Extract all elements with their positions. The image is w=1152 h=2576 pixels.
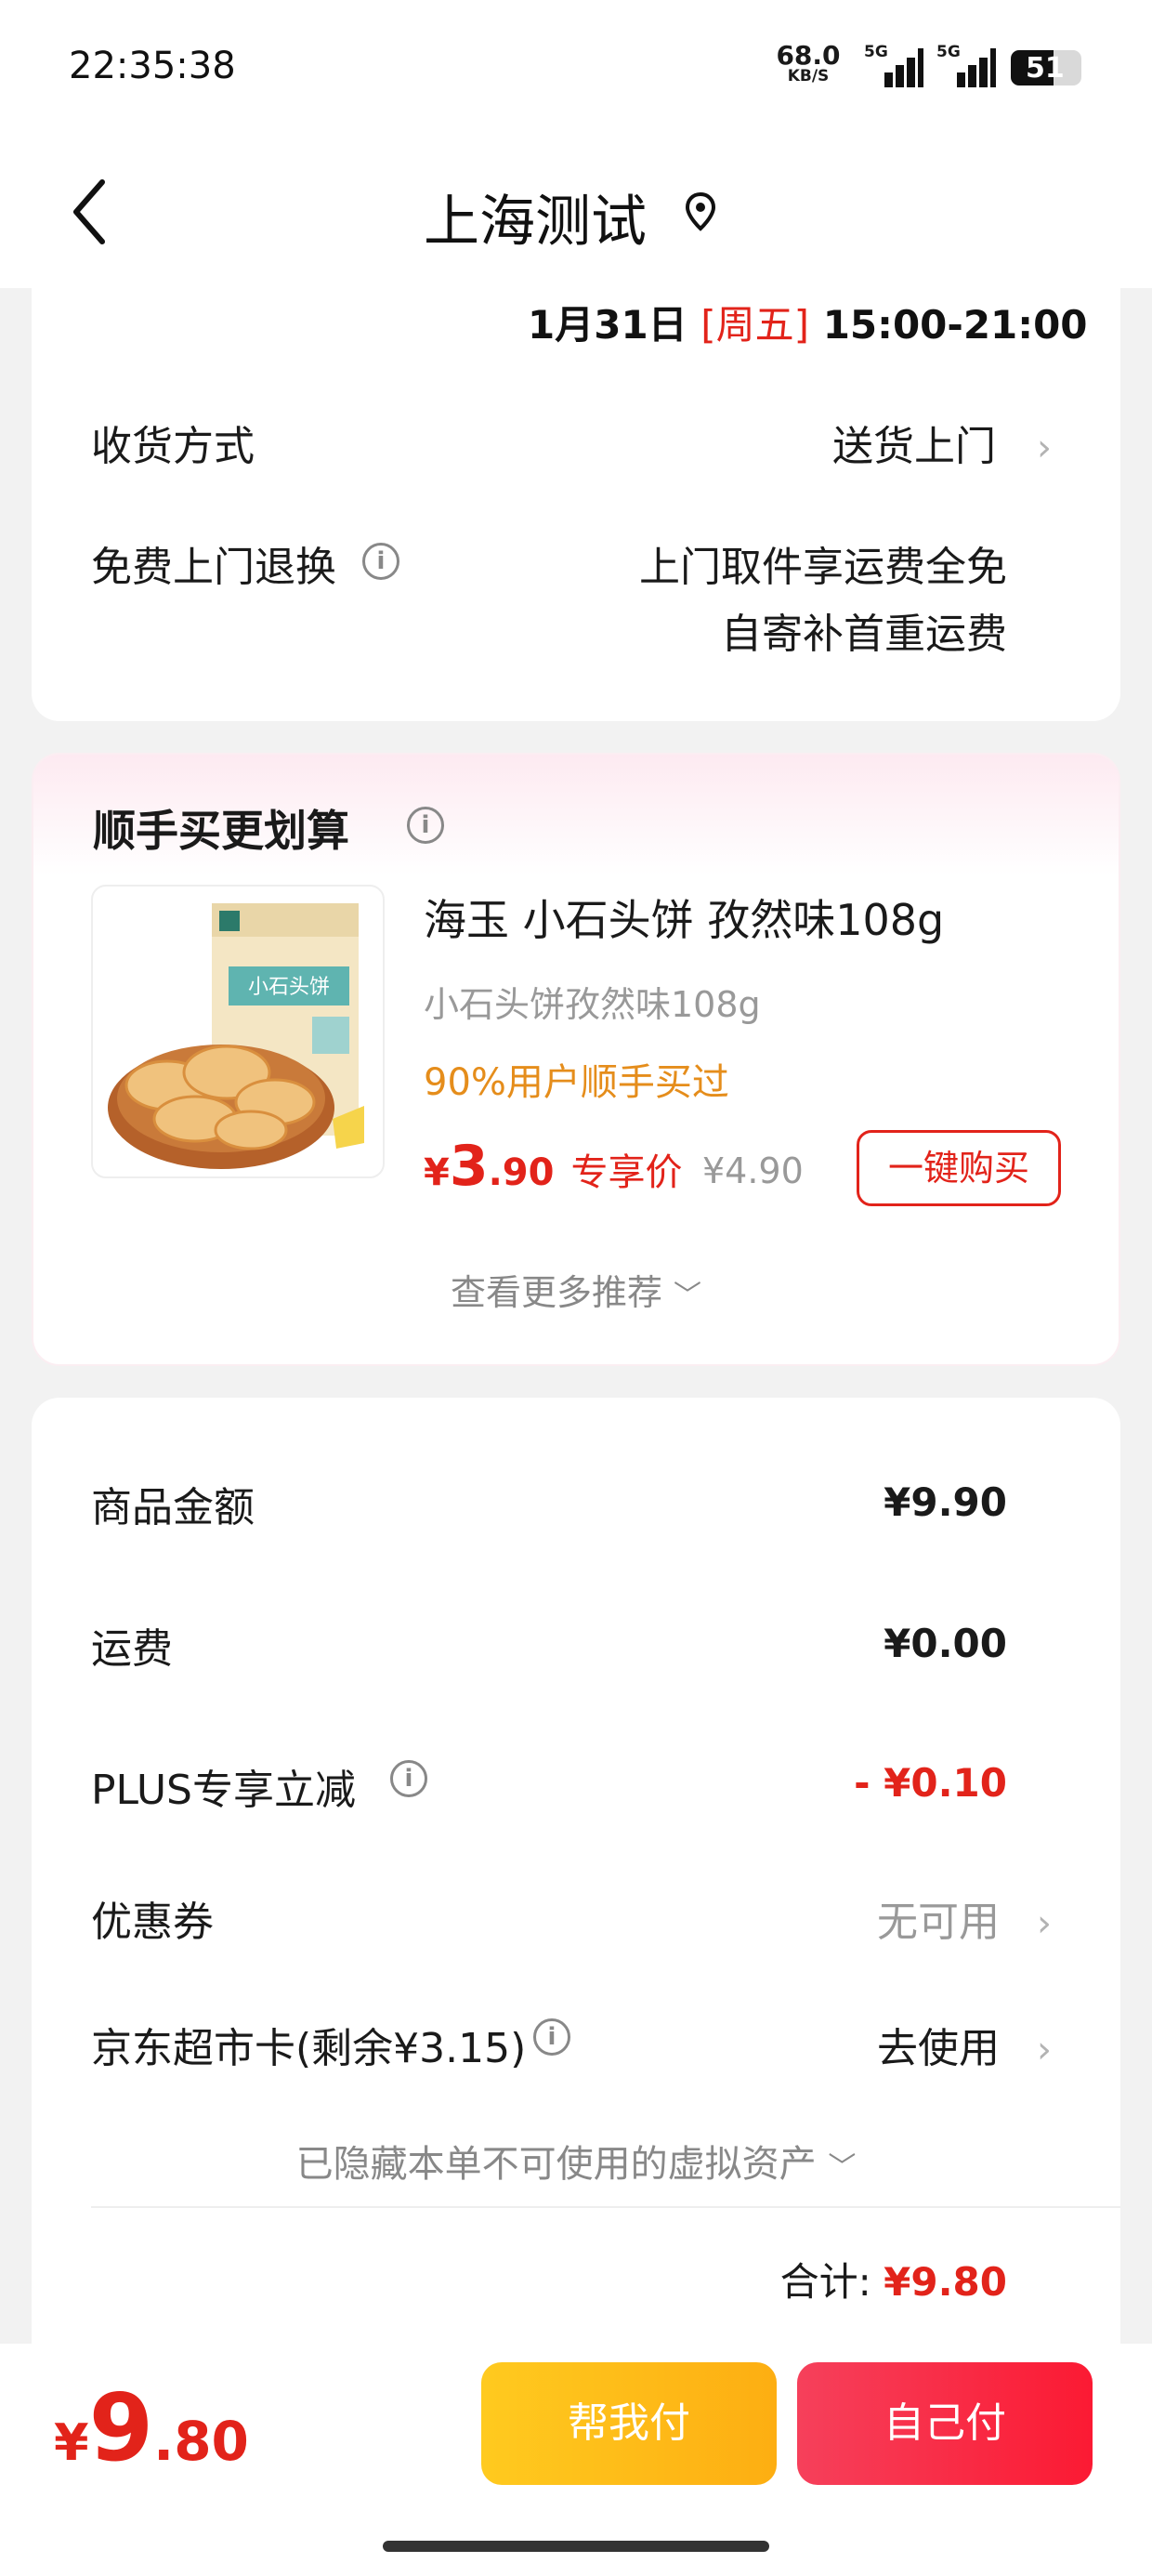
delivery-method-row[interactable]: 送货上门 ›	[832, 413, 1052, 472]
more-recommend-link[interactable]: 查看更多推荐 ﹀	[0, 1264, 1152, 1315]
hidden-assets-label: 已隐藏本单不可使用的虚拟资产	[295, 2143, 817, 2186]
goods-amount-label: 商品金额	[91, 1484, 255, 1531]
coupon-row[interactable]: 无可用 ›	[877, 1888, 1052, 1948]
goods-amount-value: ¥9.90	[884, 1479, 1007, 1525]
plus-discount-value: - ¥0.10	[854, 1760, 1007, 1806]
info-icon[interactable]	[362, 543, 399, 580]
checkout-price-integer: 9	[88, 2373, 154, 2482]
supermarket-card-row[interactable]: 去使用 ›	[877, 2015, 1052, 2074]
checkout-price-decimal: .80	[153, 2410, 249, 2473]
signal-label: 5G	[936, 43, 961, 61]
price-integer: 3	[449, 1134, 489, 1199]
status-time: 22:35:38	[69, 45, 236, 87]
price-decimal: .90	[488, 1151, 555, 1194]
total-label: 合计:	[779, 2259, 871, 2305]
network-speed-value: 68.0	[776, 40, 841, 71]
product-name[interactable]: 海玉 小石头饼 孜然味108g	[424, 887, 944, 948]
shipping-label: 运费	[91, 1625, 173, 1673]
delivery-time[interactable]: 1月31日 [周五] 15:00-21:00	[528, 294, 1088, 350]
help-me-pay-button[interactable]: 帮我付	[481, 2362, 777, 2485]
one-click-buy-button[interactable]: 一键购买	[857, 1130, 1061, 1206]
info-icon[interactable]	[407, 807, 444, 844]
chevron-left-icon[interactable]	[67, 177, 113, 247]
info-icon[interactable]	[533, 2018, 570, 2056]
price-tag: 专享价	[570, 1151, 683, 1194]
package-text: 小石头饼	[248, 976, 330, 999]
more-recommend-label: 查看更多推荐	[450, 1272, 662, 1313]
home-indicator[interactable]	[383, 2541, 769, 2552]
chevron-down-icon: ﹀	[674, 1280, 702, 1312]
order-summary-card	[32, 1398, 1120, 2355]
battery-level: 51	[1026, 52, 1065, 85]
checkout-price: ¥9.80	[54, 2373, 249, 2482]
product-package-illustration: 小石头饼	[108, 903, 364, 1169]
delivery-weekday: [周五]	[700, 302, 810, 348]
chevron-right-icon: ›	[1037, 427, 1052, 469]
battery-icon: 51	[1011, 50, 1081, 85]
hidden-assets-toggle[interactable]: 已隐藏本单不可使用的虚拟资产 ﹀	[0, 2134, 1152, 2188]
coupon-value: 无可用	[877, 1899, 1000, 1946]
shipping-value: ¥0.00	[884, 1621, 1007, 1666]
coupon-label: 优惠券	[91, 1899, 214, 1946]
product-spec: 小石头饼孜然味108g	[424, 984, 761, 1025]
info-icon[interactable]	[390, 1760, 427, 1797]
checkout-price-symbol: ¥	[54, 2413, 89, 2472]
signal-icon: 5G	[936, 43, 996, 87]
total-value: ¥9.80	[884, 2259, 1007, 2305]
location-pin-icon[interactable]	[684, 191, 717, 232]
network-speed: 68.0 KB/S	[775, 43, 842, 85]
supermarket-card-label: 京东超市卡(剩余¥3.15)	[91, 2025, 527, 2072]
network-speed-unit: KB/S	[787, 67, 830, 85]
signal-icon: 5G	[864, 43, 923, 87]
original-price: ¥4.90	[702, 1150, 804, 1191]
self-pay-button[interactable]: 自己付	[797, 2362, 1093, 2485]
chevron-down-icon: ﹀	[828, 2151, 857, 2184]
order-total: 合计: ¥9.80	[780, 2251, 1007, 2307]
product-purchase-rate: 90%用户顺手买过	[424, 1061, 729, 1104]
delivery-time-range: 15:00-21:00	[822, 302, 1088, 348]
free-return-line2: 自寄补首重运费	[721, 611, 1007, 658]
recommend-title: 顺手买更划算	[93, 806, 349, 856]
free-return-line1: 上门取件享运费全免	[639, 544, 1007, 591]
product-image[interactable]: 小石头饼	[91, 885, 385, 1178]
chevron-right-icon: ›	[1037, 2029, 1052, 2071]
plus-discount-label: PLUS专享立减	[91, 1767, 356, 1814]
delivery-date: 1月31日	[528, 302, 687, 348]
supermarket-card-value: 去使用	[877, 2025, 1000, 2072]
delivery-method-value: 送货上门	[832, 423, 996, 470]
signal-label: 5G	[864, 43, 888, 61]
delivery-method-label: 收货方式	[91, 423, 255, 470]
divider	[91, 2206, 1120, 2208]
page-title: 上海测试	[424, 190, 647, 255]
free-return-label: 免费上门退换	[91, 544, 336, 591]
price-symbol: ¥	[424, 1151, 450, 1194]
product-price: ¥3.90 专享价	[424, 1134, 682, 1199]
chevron-right-icon: ›	[1037, 1902, 1052, 1945]
